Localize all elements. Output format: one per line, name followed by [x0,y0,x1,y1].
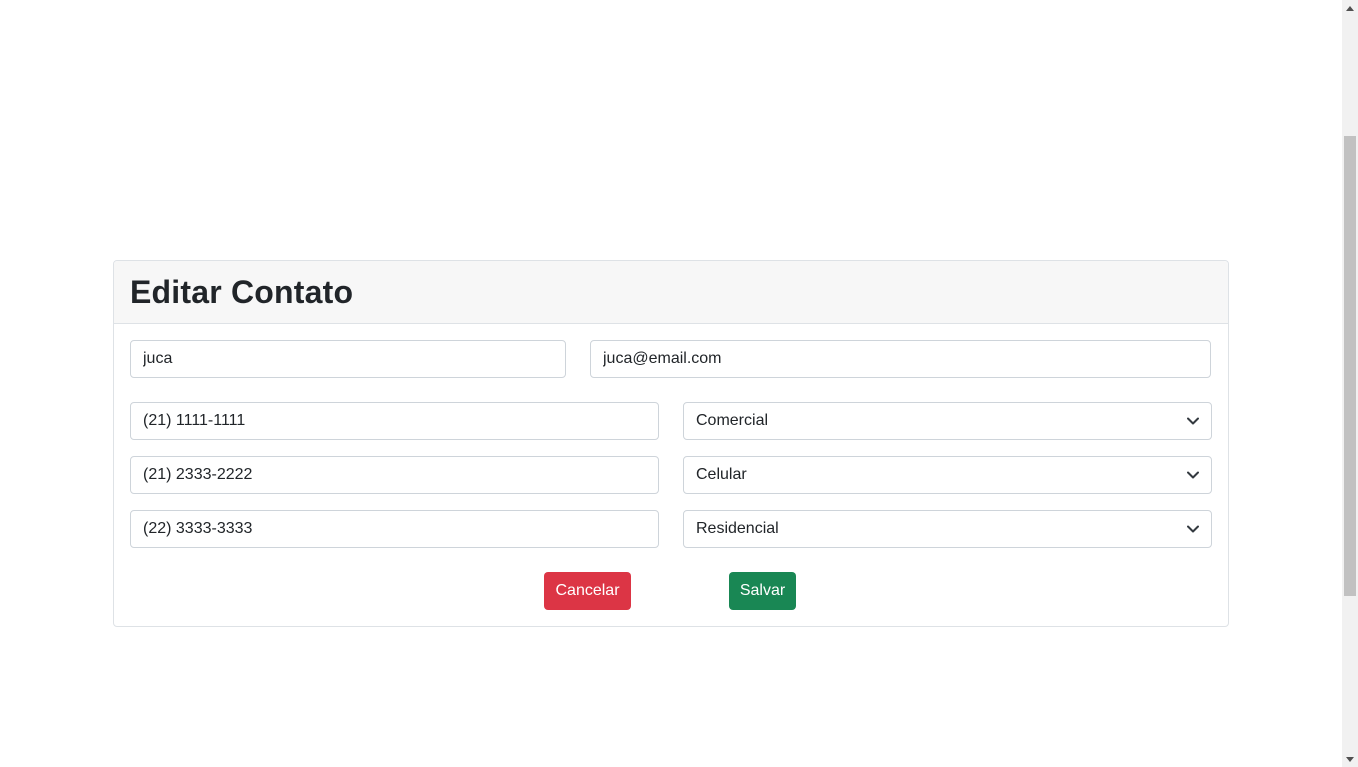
scroll-down-arrow-icon[interactable] [1342,751,1358,767]
name-input[interactable] [143,350,553,368]
name-field[interactable] [130,340,566,378]
phone-type-select-3[interactable]: Residencial [683,510,1212,548]
phone-field-3[interactable] [130,510,659,548]
phone-type-select-1[interactable]: Comercial [683,402,1212,440]
phone-field-1[interactable] [130,402,659,440]
chevron-down-icon [1187,525,1199,533]
card-header: Editar Contato [114,261,1228,324]
phone-type-value-3: Residencial [696,520,779,537]
chevron-down-icon [1187,471,1199,479]
scroll-thumb[interactable] [1344,136,1356,596]
page-title: Editar Contato [130,273,354,310]
phone-type-select-2[interactable]: Celular [683,456,1212,494]
scroll-up-arrow-icon[interactable] [1342,0,1358,16]
phone-input-2[interactable] [143,466,646,484]
edit-contact-card: Editar Contato Comercial Celular [113,260,1229,627]
vertical-scrollbar[interactable] [1342,0,1358,767]
email-field[interactable] [590,340,1211,378]
save-button[interactable]: Salvar [729,572,796,610]
phone-input-3[interactable] [143,520,646,538]
phone-type-value-2: Celular [696,466,747,483]
cancel-button[interactable]: Cancelar [544,572,631,610]
phone-type-value-1: Comercial [696,412,769,429]
email-input[interactable] [603,350,1198,368]
phone-field-2[interactable] [130,456,659,494]
chevron-down-icon [1187,417,1199,425]
page: Editar Contato Comercial Celular [0,0,1358,767]
phone-input-1[interactable] [143,412,646,430]
